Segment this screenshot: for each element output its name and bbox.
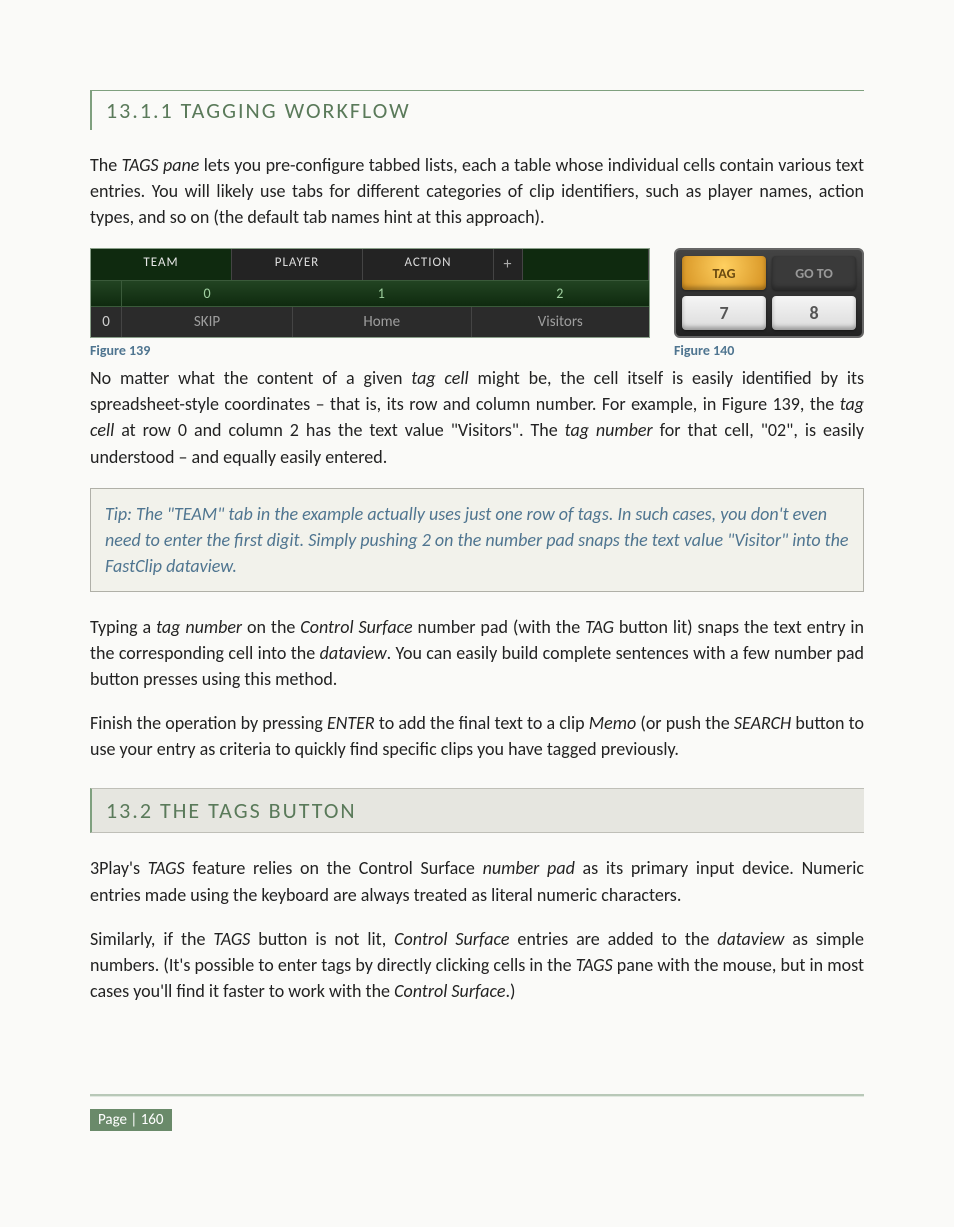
section-heading-13-2: 13.2 THE TAGS BUTTON (90, 788, 864, 833)
header-col-2: 2 (471, 281, 650, 306)
para-finish-operation: Finish the operation by pressing ENTER t… (90, 710, 864, 762)
tip-box: Tip: The "TEAM" tab in the example actua… (90, 488, 864, 592)
tab-add[interactable]: + (494, 249, 523, 280)
goto-button[interactable]: GO TO (772, 256, 856, 290)
para-tag-cell: No matter what the content of a given ta… (90, 365, 864, 469)
figure-140-caption: Figure 140 (674, 342, 864, 359)
header-col-1: 1 (292, 281, 471, 306)
figure-139-caption: Figure 139 (90, 342, 650, 359)
tabs-row: TEAM PLAYER ACTION + (91, 249, 649, 280)
tab-player[interactable]: PLAYER (232, 249, 363, 280)
heading-text: 13.2 THE TAGS BUTTON (106, 797, 864, 824)
cell-0-1[interactable]: Home (293, 307, 472, 337)
tags-table[interactable]: TEAM PLAYER ACTION + 0 1 2 0 SKIP Home V… (90, 248, 650, 338)
tab-fill (523, 249, 649, 280)
cell-0-2[interactable]: Visitors (472, 307, 650, 337)
para-tags-not-lit: Similarly, if the TAGS button is not lit… (90, 926, 864, 1004)
footer-rule (90, 1094, 864, 1097)
cell-0-0[interactable]: SKIP (122, 307, 293, 337)
tip-text: Tip: The "TEAM" tab in the example actua… (105, 501, 849, 579)
header-corner (91, 281, 122, 306)
row-number: 0 (91, 307, 122, 337)
section-heading-13-1-1: 13.1.1 TAGGING WORKFLOW (90, 90, 864, 130)
para-3play-tags: 3Play's TAGS feature relies on the Contr… (90, 855, 864, 907)
page-number: Page | 160 (90, 1109, 172, 1131)
para-tags-pane: The TAGS pane lets you pre-configure tab… (90, 152, 864, 230)
header-row: 0 1 2 (91, 280, 649, 307)
numpad-7[interactable]: 7 (682, 296, 766, 330)
tag-button[interactable]: TAG (682, 256, 766, 290)
tab-action[interactable]: ACTION (363, 249, 494, 280)
para-typing-tag-number: Typing a tag number on the Control Surfa… (90, 614, 864, 692)
table-row: 0 SKIP Home Visitors (91, 307, 649, 337)
tab-team[interactable]: TEAM (91, 249, 232, 280)
control-surface-keys: TAG GO TO 7 8 (674, 248, 864, 338)
heading-text: 13.1.1 TAGGING WORKFLOW (106, 97, 864, 124)
numpad-8[interactable]: 8 (772, 296, 856, 330)
header-col-0: 0 (122, 281, 292, 306)
